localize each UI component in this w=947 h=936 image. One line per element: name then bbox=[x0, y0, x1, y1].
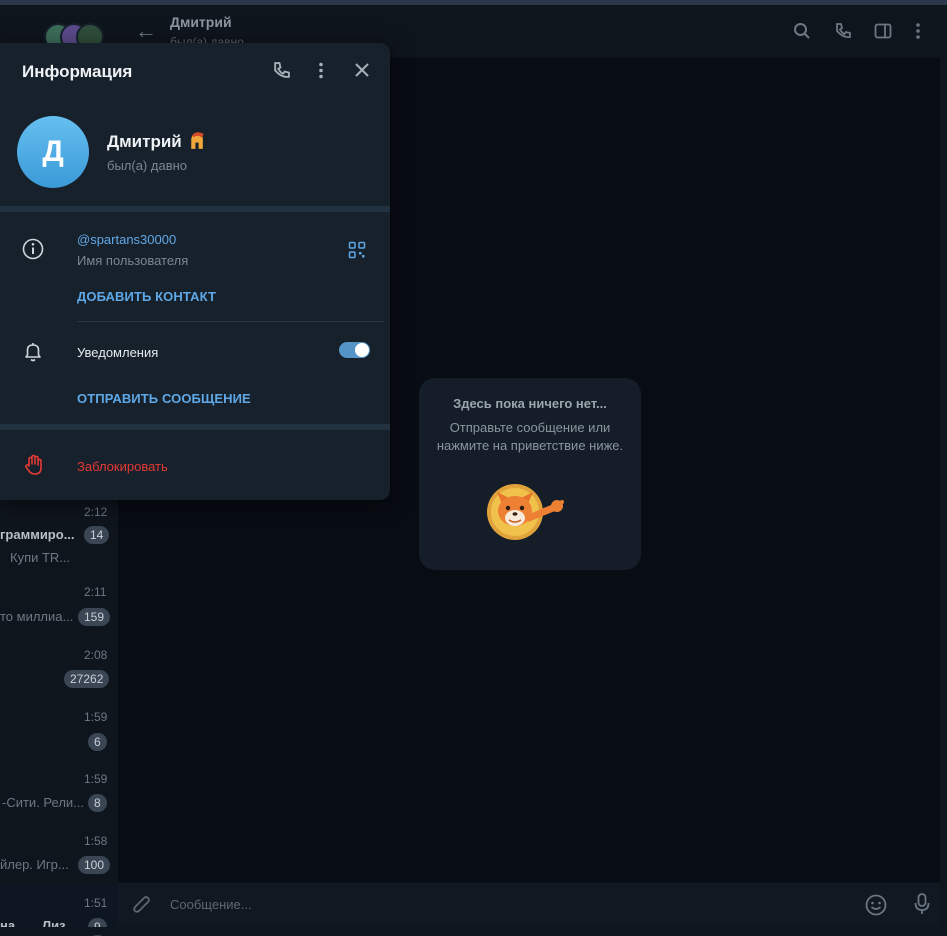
more-vertical-icon[interactable] bbox=[317, 61, 325, 85]
chat-time: 1:51 bbox=[84, 896, 108, 910]
empty-chat-card: Здесь пока ничего нет... Отправьте сообщ… bbox=[419, 378, 641, 570]
chat-preview: -Сити. Рели... bbox=[2, 795, 84, 810]
hand-stop-icon bbox=[24, 454, 44, 481]
chat-time: 2:12 bbox=[84, 505, 108, 519]
section-divider bbox=[0, 206, 390, 212]
empty-chat-subtitle: Отправьте сообщение или нажмите на приве… bbox=[436, 420, 624, 453]
more-vertical-icon[interactable] bbox=[914, 22, 922, 45]
bell-icon bbox=[22, 341, 44, 368]
attach-icon[interactable] bbox=[132, 894, 152, 921]
info-panel-header: Информация bbox=[0, 43, 390, 101]
back-arrow-icon[interactable]: ← bbox=[135, 20, 157, 42]
avatar[interactable]: Д bbox=[17, 116, 89, 188]
unread-badge: 27262 bbox=[64, 670, 110, 688]
block-user-button[interactable]: Заблокировать bbox=[77, 459, 168, 474]
chat-header-name[interactable]: Дмитрий bbox=[170, 14, 232, 30]
spartan-helmet-emoji bbox=[188, 131, 205, 156]
row-divider bbox=[77, 321, 384, 322]
fox-greeting-sticker[interactable] bbox=[483, 478, 575, 550]
chat-preview: Купи TR... bbox=[10, 550, 71, 565]
unread-badge: 159 bbox=[78, 608, 111, 626]
info-panel-title: Информация bbox=[22, 62, 133, 81]
chat-name[interactable]: граммиро... bbox=[0, 527, 75, 542]
unread-badge: 8 bbox=[88, 794, 107, 812]
unread-badge: 14 bbox=[84, 526, 110, 544]
unread-badge: 6 bbox=[88, 733, 107, 751]
search-icon[interactable] bbox=[793, 22, 811, 45]
username-label: Имя пользователя bbox=[77, 253, 189, 268]
message-composer: Сообщение... bbox=[118, 882, 947, 928]
send-message-button[interactable]: ОТПРАВИТЬ СООБЩЕНИЕ bbox=[77, 391, 251, 406]
chat-time: 1:59 bbox=[84, 772, 108, 786]
phone-icon[interactable] bbox=[834, 22, 852, 45]
message-input[interactable]: Сообщение... bbox=[170, 897, 252, 912]
chat-time: 1:58 bbox=[84, 834, 108, 848]
section-divider bbox=[0, 424, 390, 430]
profile-name: Дмитрий bbox=[107, 132, 182, 151]
close-icon[interactable] bbox=[353, 61, 371, 84]
window-right-edge bbox=[940, 5, 947, 927]
username-link[interactable]: @spartans30000 bbox=[77, 232, 176, 247]
sidebar-toggle-icon[interactable] bbox=[874, 22, 892, 45]
add-contact-button[interactable]: ДОБАВИТЬ КОНТАКТ bbox=[77, 289, 216, 304]
chat-time: 2:11 bbox=[84, 585, 107, 599]
profile-status: был(а) давно bbox=[107, 158, 188, 173]
phone-icon[interactable] bbox=[272, 61, 291, 85]
microphone-icon[interactable] bbox=[913, 892, 931, 921]
chat-preview: то миллиа... bbox=[0, 609, 74, 624]
info-icon bbox=[22, 238, 44, 265]
unread-badge: 100 bbox=[78, 856, 111, 874]
notifications-toggle[interactable] bbox=[339, 342, 370, 358]
toggle-knob bbox=[354, 342, 370, 358]
notifications-label: Уведомления bbox=[77, 345, 159, 360]
user-info-panel: Информация Д Дмитрий был(а) давно @spart… bbox=[0, 43, 390, 500]
emoji-icon[interactable] bbox=[865, 894, 887, 921]
chat-time: 1:59 bbox=[84, 710, 108, 724]
chat-time: 2:08 bbox=[84, 648, 108, 662]
empty-chat-title: Здесь пока ничего нет... bbox=[453, 396, 607, 411]
chat-preview: йлер. Игр... bbox=[0, 857, 69, 872]
window-bottom-edge bbox=[0, 927, 947, 935]
qr-code-icon[interactable] bbox=[348, 241, 366, 264]
